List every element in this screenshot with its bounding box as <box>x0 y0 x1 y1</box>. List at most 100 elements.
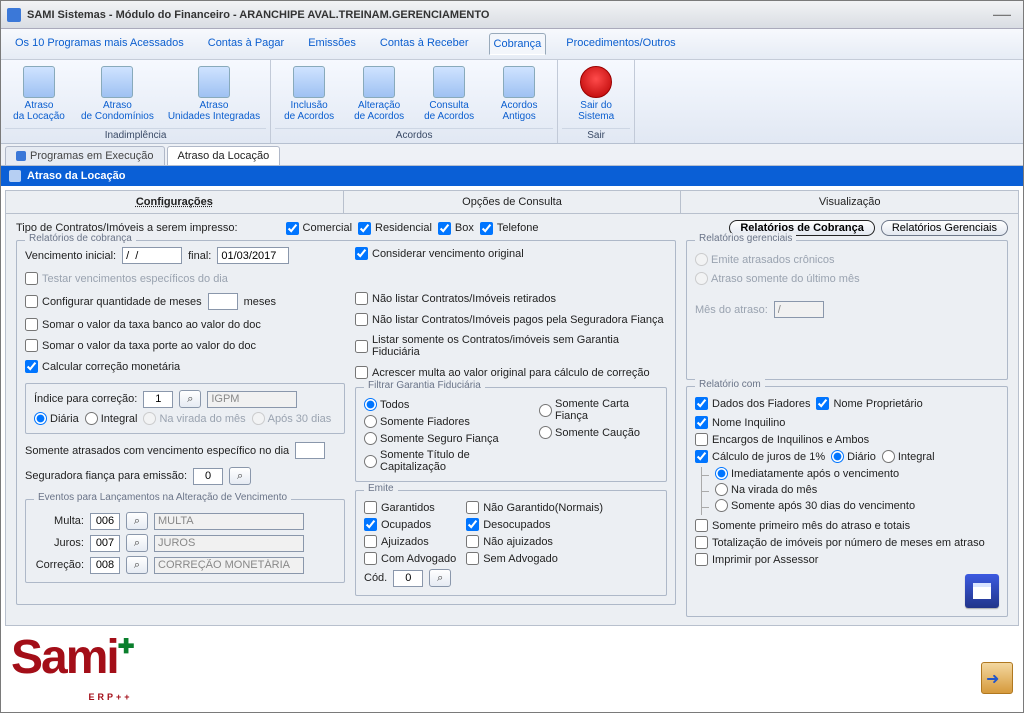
rdo-imediatamente[interactable]: Imediatamente após o vencimento <box>715 467 899 480</box>
chk-imprimir-assessor[interactable]: Imprimir por Assessor <box>695 553 999 566</box>
ribbon-group-caption: Sair <box>562 128 630 143</box>
chk-somente-primeiro[interactable]: Somente primeiro mês do atraso e totais <box>695 519 999 532</box>
exit-icon[interactable] <box>981 662 1013 694</box>
juros-label: Juros: <box>34 537 84 549</box>
indice-input[interactable] <box>143 391 173 408</box>
chk-ocupados[interactable]: Ocupados <box>364 518 456 531</box>
somente-atrasados-label: Somente atrasados com vencimento específ… <box>25 445 289 457</box>
chk-nao-listar-retirados[interactable]: Não listar Contratos/Imóveis retirados <box>355 292 667 305</box>
menu-item-contas-pagar[interactable]: Contas à Pagar <box>204 33 288 55</box>
chk-nao-listar-pagos[interactable]: Não listar Contratos/Imóveis pagos pela … <box>355 313 667 326</box>
chk-encargos[interactable]: Encargos de Inquilinos e Ambos <box>695 433 999 446</box>
chk-somar-porte[interactable]: Somar o valor da taxa porte ao valor do … <box>25 339 345 352</box>
multa-lookup[interactable] <box>126 512 148 530</box>
mes-atraso-label: Mês do atraso: <box>695 304 768 316</box>
correcao-input[interactable] <box>90 557 120 574</box>
ribbon-atraso-unidades[interactable]: Atraso Unidades Integradas <box>162 62 266 126</box>
subtab-visualizacao[interactable]: Visualização <box>681 191 1018 213</box>
chk-nao-garantido[interactable]: Não Garantido(Normais) <box>466 501 603 514</box>
building-icon <box>23 66 55 98</box>
rdo-gar-carta[interactable]: Somente Carta Fiança <box>539 398 658 422</box>
chk-residencial[interactable]: Residencial <box>358 222 432 235</box>
menu-item-cobranca[interactable]: Cobrança <box>489 33 547 55</box>
menubar: Os 10 Programas mais Acessados Contas à … <box>1 29 1023 60</box>
indice-lookup[interactable] <box>179 390 201 408</box>
chk-ajuizados[interactable]: Ajuizados <box>364 535 456 548</box>
btn-relatorios-gerenciais[interactable]: Relatórios Gerenciais <box>881 220 1008 236</box>
indice-name <box>207 391 297 408</box>
chk-desocupados[interactable]: Desocupados <box>466 518 603 531</box>
multa-label: Multa: <box>34 515 84 527</box>
minimize-button[interactable]: — <box>987 4 1017 25</box>
emite-cod-lookup[interactable] <box>429 569 451 587</box>
chk-nome-proprietario[interactable]: Nome Proprietário <box>816 397 922 410</box>
ribbon-atraso-locacao[interactable]: Atraso da Locação <box>5 62 73 126</box>
chk-somar-banco[interactable]: Somar o valor da taxa banco ao valor do … <box>25 318 345 331</box>
emite-cod-input[interactable] <box>393 570 423 587</box>
subtab-opcoes-consulta[interactable]: Opções de Consulta <box>344 191 682 213</box>
rdo-gar-caucao[interactable]: Somente Caução <box>539 426 658 439</box>
chk-dados-fiadores[interactable]: Dados dos Fiadores <box>695 397 810 410</box>
chk-config-meses[interactable]: Configurar quantidade de meses <box>25 295 202 308</box>
seguradora-input[interactable] <box>193 468 223 485</box>
chk-nao-ajuizados[interactable]: Não ajuizados <box>466 535 603 548</box>
venc-final-input[interactable] <box>217 247 289 264</box>
chk-com-advogado[interactable]: Com Advogado <box>364 552 456 565</box>
rdo-juros-integral[interactable]: Integral <box>882 450 935 463</box>
tab-programas-execucao[interactable]: Programas em Execução <box>5 146 165 165</box>
seguradora-lookup[interactable] <box>229 467 251 485</box>
chk-considerar-venc-orig[interactable]: Considerar vencimento original <box>355 247 667 260</box>
subtab-configuracoes[interactable]: Configurações <box>6 191 344 213</box>
menu-item-programas[interactable]: Os 10 Programas mais Acessados <box>11 33 188 55</box>
ribbon: Atraso da Locação Atraso de Condomínios … <box>1 60 1023 144</box>
chk-garantidos[interactable]: Garantidos <box>364 501 456 514</box>
ribbon-acordos-antigos[interactable]: Acordos Antigos <box>485 62 553 126</box>
ribbon-alteracao-acordos[interactable]: Alteração de Acordos <box>345 62 413 126</box>
power-icon <box>580 66 612 98</box>
chk-nome-inquilino[interactable]: Nome Inquilino <box>695 416 785 429</box>
chk-box[interactable]: Box <box>438 222 474 235</box>
rdo-integral[interactable]: Integral <box>85 412 138 425</box>
chk-calc-juros[interactable]: Cálculo de juros de 1% <box>695 450 825 463</box>
juros-name <box>154 535 304 552</box>
somente-atrasados-input[interactable] <box>295 442 325 459</box>
rdo-diaria[interactable]: Diária <box>34 412 79 425</box>
fieldset-eventos: Eventos para Lançamentos na Alteração de… <box>25 499 345 583</box>
chk-comercial[interactable]: Comercial <box>286 222 353 235</box>
chk-listar-sem-garantia[interactable]: Listar somente os Contratos/imóveis sem … <box>355 334 667 358</box>
chk-testar-vencimentos[interactable]: Testar vencimentos específicos do dia <box>25 272 345 285</box>
chk-totalizacao[interactable]: Totalização de imóveis por número de mes… <box>695 536 999 549</box>
ribbon-sair-sistema[interactable]: Sair do Sistema <box>562 62 630 126</box>
save-icon[interactable] <box>965 574 999 608</box>
final-label: final: <box>188 250 211 262</box>
ribbon-consulta-acordos[interactable]: Consulta de Acordos <box>415 62 483 126</box>
tab-atraso-locacao[interactable]: Atraso da Locação <box>167 146 281 165</box>
ribbon-inclusao-acordos[interactable]: Inclusão de Acordos <box>275 62 343 126</box>
rdo-na-virada[interactable]: Na virada do mês <box>715 483 817 496</box>
rdo-gar-seguro[interactable]: Somente Seguro Fiança <box>364 432 529 445</box>
chk-calc-correcao[interactable]: Calcular correção monetária <box>25 360 345 373</box>
menu-item-contas-receber[interactable]: Contas à Receber <box>376 33 473 55</box>
multa-input[interactable] <box>90 513 120 530</box>
juros-lookup[interactable] <box>126 534 148 552</box>
rdo-apos-30[interactable]: Somente após 30 dias do vencimento <box>715 499 915 512</box>
chk-acrescer-multa[interactable]: Acrescer multa ao valor original para cá… <box>355 366 667 379</box>
config-tabs: Configurações Opções de Consulta Visuali… <box>6 191 1018 214</box>
rdo-virada: Na virada do mês <box>143 412 245 425</box>
ribbon-atraso-condominios[interactable]: Atraso de Condomínios <box>75 62 160 126</box>
juros-input[interactable] <box>90 535 120 552</box>
venc-inicial-input[interactable] <box>122 247 182 264</box>
app-icon <box>7 8 21 22</box>
rdo-gar-titulo[interactable]: Somente Título de Capitalização <box>364 449 529 473</box>
chk-sem-advogado[interactable]: Sem Advogado <box>466 552 603 565</box>
meses-input[interactable] <box>208 293 238 310</box>
building-icon <box>101 66 133 98</box>
rdo-juros-diario[interactable]: Diário <box>831 450 876 463</box>
chk-telefone[interactable]: Telefone <box>480 222 539 235</box>
menu-item-emissoes[interactable]: Emissões <box>304 33 360 55</box>
ribbon-group-inadimplencia: Atraso da Locação Atraso de Condomínios … <box>1 60 271 143</box>
rdo-gar-todos[interactable]: Todos <box>364 398 529 411</box>
menu-item-procedimentos[interactable]: Procedimentos/Outros <box>562 33 679 55</box>
rdo-gar-fiadores[interactable]: Somente Fiadores <box>364 415 529 428</box>
correcao-lookup[interactable] <box>126 556 148 574</box>
